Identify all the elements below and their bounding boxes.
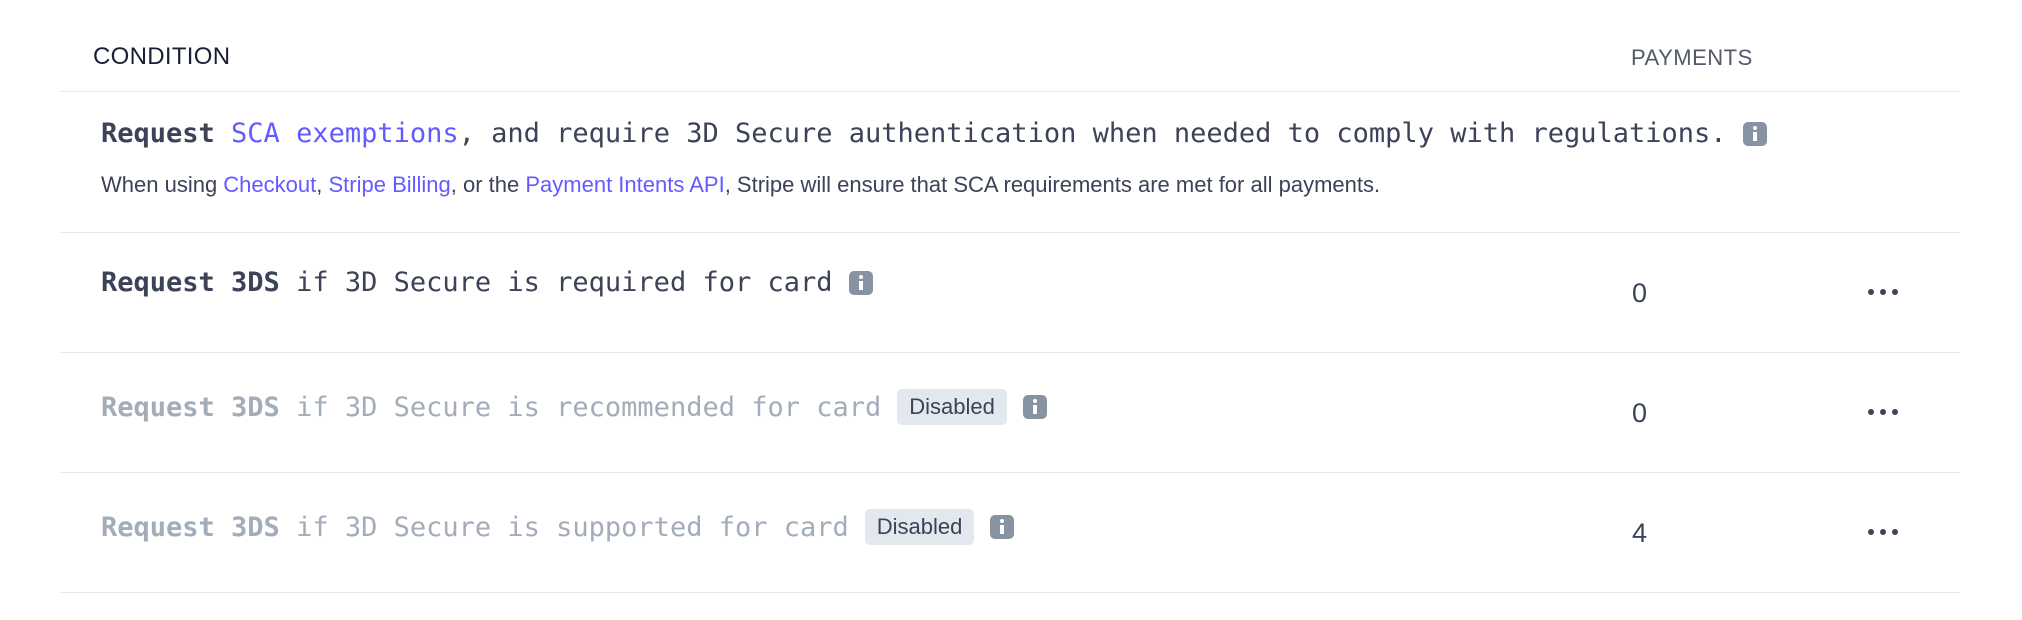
rule-condition-text: if 3D Secure is recommended for card	[279, 391, 882, 423]
sca-desc-prefix: When using	[101, 172, 224, 197]
more-horizontal-icon-dot	[1892, 289, 1898, 295]
payments-count: 4	[1632, 518, 1648, 548]
more-horizontal-icon-dot	[1868, 289, 1874, 295]
table-header: CONDITION PAYMENTS	[60, 0, 1960, 92]
more-horizontal-icon-dot	[1892, 409, 1898, 415]
stripe-billing-link[interactable]: Stripe Billing	[328, 172, 450, 197]
rule-action: Request 3DS	[101, 391, 280, 423]
disabled-badge: Disabled	[864, 509, 975, 545]
more-options-button[interactable]	[1868, 282, 1898, 302]
rules-table: CONDITION PAYMENTS Request SCA exemption…	[60, 0, 1960, 593]
rule-action: Request 3DS	[101, 267, 280, 298]
sca-exemptions-link[interactable]: SCA exemptions	[231, 118, 459, 149]
rule-row-supported: Request 3DS if 3D Secure is supported fo…	[60, 473, 1960, 593]
sca-exemptions-row: Request SCA exemptions , and require 3D …	[60, 92, 1960, 233]
info-icon[interactable]	[1742, 121, 1767, 146]
disabled-badge: Disabled	[897, 389, 1007, 425]
rule-condition: Request 3DS if 3D Secure is recommended …	[101, 389, 1047, 425]
info-icon[interactable]	[848, 270, 873, 295]
sca-desc-sep1: ,	[316, 172, 329, 197]
sca-description: When using Checkout, Stripe Billing, or …	[101, 172, 1380, 198]
rule-condition-text: if 3D Secure is supported for card	[279, 511, 849, 543]
checkout-link[interactable]: Checkout	[223, 172, 316, 197]
more-horizontal-icon-dot	[1868, 529, 1874, 535]
more-options-button[interactable]	[1868, 522, 1898, 542]
sca-desc-sep2: , or the	[450, 172, 526, 197]
condition-column-header: CONDITION	[93, 43, 231, 70]
sca-condition-line: Request SCA exemptions , and require 3D …	[101, 118, 1767, 149]
sca-condition-text: , and require 3D Secure authentication w…	[458, 118, 1727, 149]
more-options-button[interactable]	[1868, 402, 1898, 422]
rule-row-recommended: Request 3DS if 3D Secure is recommended …	[60, 353, 1960, 473]
info-icon[interactable]	[1022, 395, 1047, 419]
payments-column-header: PAYMENTS	[1631, 45, 1753, 70]
payment-intents-api-link[interactable]: Payment Intents API	[525, 172, 724, 197]
rule-condition-text: if 3D Secure is required for card	[279, 267, 833, 298]
more-horizontal-icon-dot	[1880, 409, 1886, 415]
more-horizontal-icon-dot	[1868, 409, 1874, 415]
more-horizontal-icon-dot	[1880, 529, 1886, 535]
more-horizontal-icon-dot	[1892, 529, 1898, 535]
payments-count: 0	[1632, 398, 1648, 428]
rule-condition: Request 3DS if 3D Secure is supported fo…	[101, 509, 1015, 545]
more-horizontal-icon-dot	[1880, 289, 1886, 295]
sca-desc-suffix: , Stripe will ensure that SCA requiremen…	[724, 172, 1381, 197]
info-icon[interactable]	[990, 515, 1015, 539]
sca-request-label: Request	[101, 118, 232, 149]
rule-row-required: Request 3DS if 3D Secure is required for…	[60, 233, 1960, 353]
rule-action: Request 3DS	[101, 511, 280, 543]
rule-condition: Request 3DS if 3D Secure is required for…	[101, 267, 873, 298]
payments-count: 0	[1632, 278, 1648, 308]
